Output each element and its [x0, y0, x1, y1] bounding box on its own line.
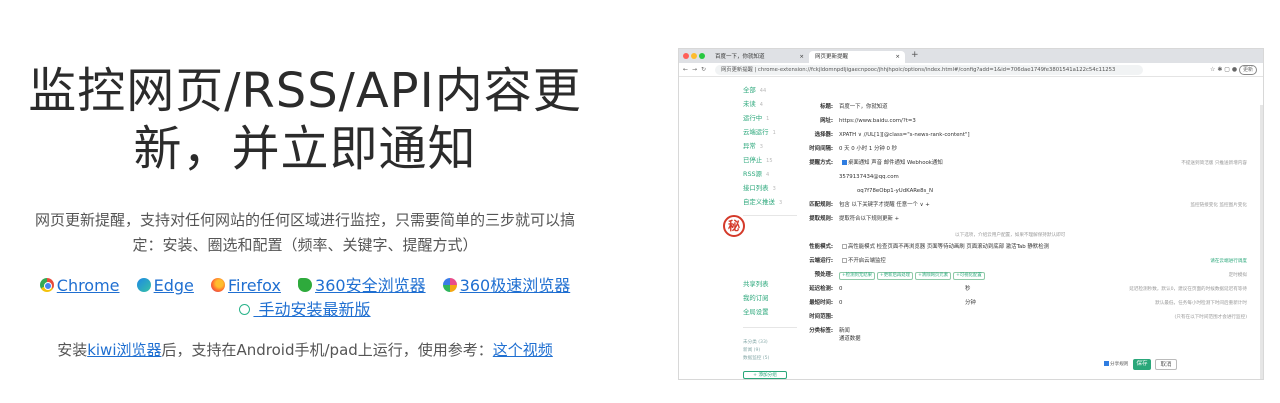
hero-title-line1: 监控网页/RSS/API内容更 [28, 63, 582, 119]
firefox-link-label: Firefox [227, 276, 281, 295]
cloud-row: 云端运行: 不开启云端监控 请在云端进行调度 [809, 258, 1247, 264]
min-time-row: 最短时间: 0 分钟 默认最低，任务每小时检测下时间后重新计时 [809, 300, 1247, 306]
manual-install-row: 手动安装最新版 [0, 298, 610, 322]
hero-subtitle-line1: 网页更新提醒，支持对任何网站的任何区域进行监控，只需要简单的三步就可以搞 [34, 211, 575, 229]
scrollbar [1260, 105, 1263, 379]
360-speed-browser-link[interactable]: 360极速浏览器 [442, 276, 571, 295]
browser-tab-baidu: 百度一下，你就知道 × [709, 51, 809, 63]
sidebar-item-api: 接口列表 3 [743, 184, 776, 192]
address-field: 网页更新提醒 | chrome-extension://fckjldomnpdl… [715, 65, 1143, 75]
install-note-middle: 后，支持在Android手机/pad上运行，使用参考： [161, 341, 493, 359]
360-speed-browser-link-label: 360极速浏览器 [459, 276, 571, 295]
kiwi-browser-link[interactable]: kiwi浏览器 [87, 341, 161, 359]
video-link[interactable]: 这个视频 [493, 341, 553, 359]
sidebar-item-settings: 全局设置 [743, 308, 769, 316]
perf-row: 性能模式: 高性能模式 检查页面不再浏览器 页面等待动画刷 页面滚动到底部 激活T… [809, 244, 1049, 250]
category-item: 数据监控 (5) [743, 356, 770, 361]
browser-tab-bar: 百度一下，你就知道 × 网页更新提醒 × + [679, 49, 1263, 63]
rule-row: 提取规则: 提取符合以下规则更新 + [809, 216, 900, 222]
edge-link[interactable]: Edge [136, 276, 194, 295]
360-safe-browser-link[interactable]: 360安全浏览器 [298, 276, 426, 295]
sidebar-item-cloud: 云端运行 1 [743, 128, 776, 136]
browser-links: Chrome Edge Firefox 360安全浏览器 360极速浏览器 手动… [0, 274, 610, 322]
share-rule: 分享规则 [1101, 361, 1128, 367]
sidebar-item-stopped: 已停止 15 [743, 156, 773, 164]
preprocess-row: 预处理: +检测到无结果 +更新后再处理 +清除网页元素 +可视化配置 定时模拟 [814, 272, 1247, 280]
hero-title-line2: 新，并立即通知 [133, 121, 477, 177]
minimize-dot-icon [691, 53, 697, 59]
divider [743, 327, 797, 328]
extension-icons: ☆ ✱ ▢ ● 更新 [1210, 65, 1257, 75]
sidebar-item-error: 异常 3 [743, 142, 763, 150]
install-note-prefix: 安装 [57, 341, 88, 359]
cancel-button: 取消 [1155, 359, 1177, 370]
notify-row: 提醒方式: 桌面通知 声音 邮件通知 Webhook通知 不提送到简洁版 只推送新增… [809, 160, 1247, 166]
firefox-icon [210, 278, 225, 292]
360-safe-browser-icon [298, 278, 313, 292]
match-row: 匹配规则: 包含 以下关键字才提醒 任意一个 ∨ + 监控链接变化 监控图片变化 [809, 202, 1247, 208]
360-safe-browser-link-label: 360安全浏览器 [315, 276, 426, 295]
sidebar-item-rss: RSS源 4 [743, 170, 770, 178]
add-category-button: + 添加分组 [743, 371, 787, 379]
hero-subtitle-line2: 定：安装、圈选和配置（频率、关键字、提醒方式） [132, 236, 478, 254]
sidebar-item-shared: 共享列表 [743, 280, 769, 288]
browser-tab-extension: 网页更新提醒 × [809, 51, 905, 63]
time-range-row: 时间范围: (只有在以下时间范围才会进行监控) [809, 314, 1247, 320]
sidebar-item-unread: 未读 4 [743, 100, 763, 108]
chrome-icon [39, 278, 54, 292]
config-form: 标题: 百度一下，你就知道 网址: https://www.baidu.com/?t… [805, 77, 1253, 379]
divider [743, 215, 797, 216]
email-row: 3579137434@qq.com [839, 174, 899, 180]
download-icon [239, 304, 251, 315]
tag-row-2: 通道数据 [839, 336, 861, 342]
sidebar-item-all: 全部 44 [743, 86, 767, 94]
edge-link-label: Edge [153, 276, 194, 295]
firefox-link[interactable]: Firefox [210, 276, 281, 295]
hero-title: 监控网页/RSS/API内容更 新，并立即通知 [0, 62, 610, 178]
hero-section: 监控网页/RSS/API内容更 新，并立即通知 网页更新提醒，支持对任何网站的任… [0, 0, 610, 403]
save-button: 保存 [1133, 359, 1151, 370]
manual-install-link[interactable]: 手动安装最新版 [239, 300, 371, 319]
interval-row: 时间间隔: 0 天 0 小时 1 分钟 0 秒 [809, 146, 898, 152]
category-item: 未分类 (33) [743, 340, 768, 345]
chrome-link[interactable]: Chrome [39, 276, 120, 295]
url-row: 网址: https://www.baidu.com/?t=3 [820, 118, 916, 124]
edge-icon [136, 278, 151, 292]
delay-row: 延迟检测: 0 秒延迟检测秒数，默认0，建议在页面的时候数据延迟有等待 [809, 286, 1247, 292]
360-speed-browser-icon [442, 278, 457, 292]
close-dot-icon [683, 53, 689, 59]
browser-url-bar: ←→↻ 网页更新提醒 | chrome-extension://fckjldom… [679, 63, 1263, 77]
checkbox-icon [842, 160, 847, 165]
extension-page: 全部 44 未读 4 运行中 1 云端运行 1 异常 3 已停止 15 RSS源 4 接口列表… [679, 77, 1263, 379]
title-row: 标题: 百度一下，你就知道 [820, 104, 888, 110]
new-tab-icon: + [911, 50, 919, 60]
category-item: 新闻 (9) [743, 348, 761, 353]
chrome-link-label: Chrome [56, 276, 120, 295]
maximize-dot-icon [699, 53, 705, 59]
manual-install-label: 手动安装最新版 [258, 300, 371, 319]
advanced-note: 以下选项，介绍云用户配置，如果不理解保持默认即可 [955, 233, 1066, 238]
stamp-icon: 秘 [723, 215, 745, 237]
webhook-row: oq7f78eObp1-yUdKARe8s_N [857, 188, 934, 194]
sidebar-item-running: 运行中 1 [743, 114, 770, 122]
tab2-label: 网页更新提醒 [815, 54, 849, 60]
selector-row: 选择器: XPATH ∨ //UL[1][@class="s-news-rank-… [814, 132, 970, 138]
install-note: 安装kiwi浏览器后，支持在Android手机/pad上运行，使用参考：这个视频 [0, 338, 610, 362]
close-icon: × [895, 54, 900, 60]
sidebar-item-subscriptions: 我的订阅 [743, 294, 769, 302]
close-icon: × [799, 54, 804, 60]
tab1-label: 百度一下，你就知道 [715, 54, 765, 60]
update-button: 更新 [1238, 65, 1257, 75]
hero-subtitle: 网页更新提醒，支持对任何网站的任何区域进行监控，只需要简单的三步就可以搞 定：安… [0, 208, 610, 258]
nav-arrows-icon: ←→↻ [683, 66, 711, 73]
product-screenshot: 百度一下，你就知道 × 网页更新提醒 × + ←→↻ 网页更新提醒 | chrome… [678, 48, 1264, 380]
sidebar-item-custom-push: 自定义推送 3 [743, 198, 783, 206]
